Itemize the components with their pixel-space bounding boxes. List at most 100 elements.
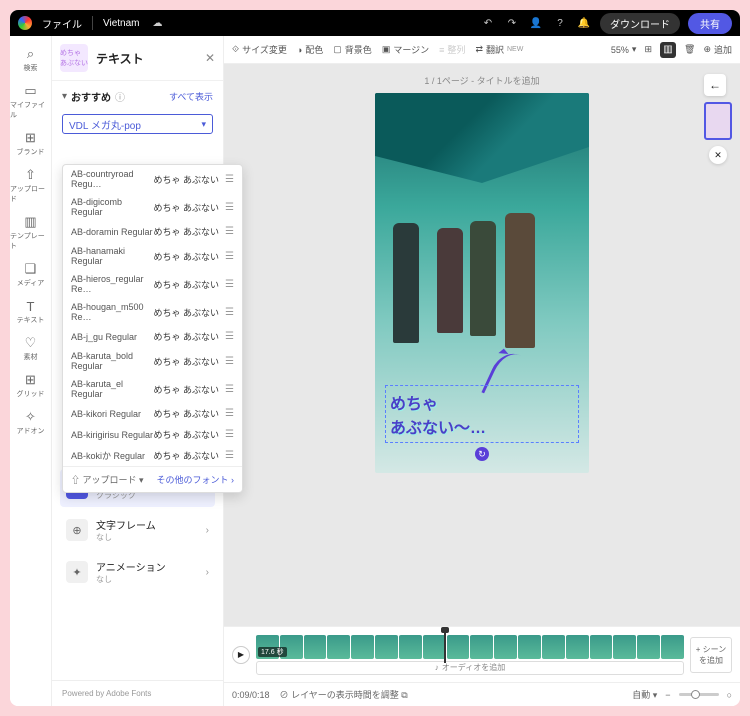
rail-label: 素材	[24, 352, 38, 362]
font-option[interactable]: AB-hougan_m500 Re…めちゃ あぶない☰	[63, 298, 242, 326]
bookmark-icon[interactable]: ☰	[225, 307, 234, 318]
audio-track[interactable]: ♪ オーディオを追加	[256, 661, 684, 675]
effect-frame[interactable]: ⊕文字フレームなし›	[60, 511, 215, 549]
rail-templates[interactable]: ▥テンプレート	[10, 210, 51, 255]
effect-sub: なし	[96, 574, 198, 585]
font-option[interactable]: AB-kokiか Regularめちゃ あぶない☰	[63, 445, 242, 466]
playhead[interactable]	[444, 631, 446, 663]
font-preview: めちゃ あぶない	[154, 250, 220, 263]
rail-assets-icon: ♡	[23, 335, 39, 351]
adobe-express-logo-icon[interactable]	[18, 16, 32, 30]
bookmark-icon[interactable]: ☰	[225, 279, 234, 290]
share-button[interactable]: 共有	[688, 13, 732, 34]
zoom-slider[interactable]	[679, 693, 719, 696]
font-option[interactable]: AB-countryroad Regu…めちゃ あぶない☰	[63, 165, 242, 193]
bookmark-icon[interactable]: ☰	[225, 384, 234, 395]
canvas-viewport[interactable]: 1 / 1ページ - タイトルを追加 めちゃ あぶない〜… ↻ ←	[224, 64, 740, 626]
info-icon[interactable]: ⓘ	[115, 89, 125, 104]
bookmark-icon[interactable]: ☰	[225, 174, 234, 185]
resize-button[interactable]: ⟐ サイズ変更	[232, 43, 287, 56]
font-name: AB-digicomb Regular	[71, 197, 154, 217]
download-button[interactable]: ダウンロード	[600, 13, 680, 34]
bg-button[interactable]: ▢ 背景色	[333, 43, 372, 56]
add-button[interactable]: ⊕ 追加	[703, 43, 732, 56]
rail-brand[interactable]: ⊞ブランド	[10, 126, 51, 161]
zoom-dropdown[interactable]: 55% ▾	[611, 44, 637, 55]
font-preview: めちゃ あぶない	[154, 225, 220, 238]
view-mode-icon[interactable]: ▥	[660, 42, 676, 58]
font-option[interactable]: AB-kikori Regularめちゃ あぶない☰	[63, 403, 242, 424]
font-option[interactable]: AB-hanamaki Regularめちゃ あぶない☰	[63, 242, 242, 270]
back-arrow-icon[interactable]: ←	[704, 74, 726, 96]
bookmark-icon[interactable]: ☰	[225, 429, 234, 440]
chevron-down-icon[interactable]: ▾	[62, 91, 67, 102]
show-all-link[interactable]: すべて表示	[169, 90, 213, 103]
panel-footer: Powered by Adobe Fonts	[52, 680, 223, 706]
bookmark-icon[interactable]: ☰	[225, 251, 234, 262]
page-label[interactable]: 1 / 1ページ - タイトルを追加	[424, 74, 539, 87]
text-box-selected[interactable]: めちゃ あぶない〜…	[385, 385, 579, 443]
rail-addon[interactable]: ✧アドオン	[10, 405, 51, 440]
font-name: AB-kikori Regular	[71, 409, 154, 419]
rail-myfiles-icon: ▭	[23, 83, 39, 99]
topbar: ファイル Vietnam ☁ ↶ ↷ 👤 ? 🔔 ダウンロード 共有	[10, 10, 740, 36]
redo-icon[interactable]: ↷	[504, 15, 520, 31]
text-panel: めちゃ あぶない テキスト ✕ ▾ おすすめ ⓘ すべて表示 VDL メガ丸-p…	[52, 36, 224, 706]
color-button[interactable]: ◑ 配色	[297, 43, 323, 56]
rail-media[interactable]: ❑メディア	[10, 257, 51, 292]
bell-icon[interactable]: 🔔	[576, 15, 592, 31]
other-fonts-link[interactable]: その他のフォント ›	[157, 473, 235, 486]
bookmark-icon[interactable]: ☰	[225, 226, 234, 237]
font-option[interactable]: AB-doramin Regularめちゃ あぶない☰	[63, 221, 242, 242]
illustration-person	[393, 223, 419, 343]
rail-upload[interactable]: ⇧アップロード	[10, 163, 51, 208]
undo-icon[interactable]: ↶	[480, 15, 496, 31]
rail-label: テンプレート	[10, 231, 51, 251]
effect-sub: なし	[96, 532, 198, 543]
layer-duration-button[interactable]: ⊘ レイヤーの表示時間を調整 ⧉	[280, 688, 408, 701]
upload-font-button[interactable]: ⇧ アップロード ▾	[71, 473, 144, 486]
rail-assets[interactable]: ♡素材	[10, 331, 51, 366]
bookmark-icon[interactable]: ☰	[225, 331, 234, 342]
bookmark-icon[interactable]: ☰	[225, 356, 234, 367]
collab-icon[interactable]: 👤	[528, 15, 544, 31]
zoom-out-icon[interactable]: −	[665, 690, 670, 700]
font-option[interactable]: AB-digicomb Regularめちゃ あぶない☰	[63, 193, 242, 221]
font-select-dropdown[interactable]: VDL メガ丸-pop ▾	[62, 114, 213, 134]
bookmark-icon[interactable]: ☰	[225, 202, 234, 213]
font-option[interactable]: AB-karuta_el Regularめちゃ あぶない☰	[63, 375, 242, 403]
rail-myfiles[interactable]: ▭マイファイル	[10, 79, 51, 124]
margin-button[interactable]: ▣ マージン	[382, 43, 429, 56]
font-option[interactable]: AB-j_gu Regularめちゃ あぶない☰	[63, 326, 242, 347]
grid-view-icon[interactable]: ⊞	[644, 44, 652, 55]
file-menu[interactable]: ファイル	[42, 16, 82, 31]
page-thumb-selected[interactable]	[704, 102, 732, 140]
rail-text[interactable]: Tテキスト	[10, 294, 51, 329]
effect-animation[interactable]: ✦アニメーションなし›	[60, 553, 215, 591]
rail-search[interactable]: ⌕検索	[10, 42, 51, 77]
rail-grid[interactable]: ⊞グリッド	[10, 368, 51, 403]
font-option[interactable]: AB-kirigirisu Regularめちゃ あぶない☰	[63, 424, 242, 445]
play-button[interactable]: ▶	[232, 646, 250, 664]
delete-icon[interactable]: 🗑	[684, 44, 695, 55]
bookmark-icon[interactable]: ☰	[225, 450, 234, 461]
add-scene-button[interactable]: + シーンを追加	[690, 637, 732, 673]
rail-label: メディア	[17, 278, 45, 288]
panel-title: テキスト	[96, 50, 197, 67]
rotate-handle-icon[interactable]: ↻	[475, 447, 489, 461]
rail-grid-icon: ⊞	[23, 372, 39, 388]
canvas-area: ⟐ サイズ変更 ◑ 配色 ▢ 背景色 ▣ マージン ≡ 整列 ⇄ 翻訳 NEW …	[224, 36, 740, 706]
zoom-in-icon[interactable]: ○	[727, 690, 732, 700]
translate-button[interactable]: ⇄ 翻訳 NEW	[475, 43, 523, 56]
timeline-clips[interactable]: 17.6 秒	[256, 635, 684, 659]
font-preview: めちゃ あぶない	[154, 383, 220, 396]
close-thumb-icon[interactable]: ✕	[709, 146, 727, 164]
auto-dropdown[interactable]: 自動 ▾	[632, 688, 657, 701]
font-option[interactable]: AB-karuta_bold Regularめちゃ あぶない☰	[63, 347, 242, 375]
bookmark-icon[interactable]: ☰	[225, 408, 234, 419]
doc-name[interactable]: Vietnam	[103, 18, 140, 29]
canvas[interactable]: めちゃ あぶない〜… ↻	[375, 93, 589, 473]
font-option[interactable]: AB-hieros_regular Re…めちゃ あぶない☰	[63, 270, 242, 298]
close-panel-icon[interactable]: ✕	[205, 51, 215, 65]
help-icon[interactable]: ?	[552, 15, 568, 31]
